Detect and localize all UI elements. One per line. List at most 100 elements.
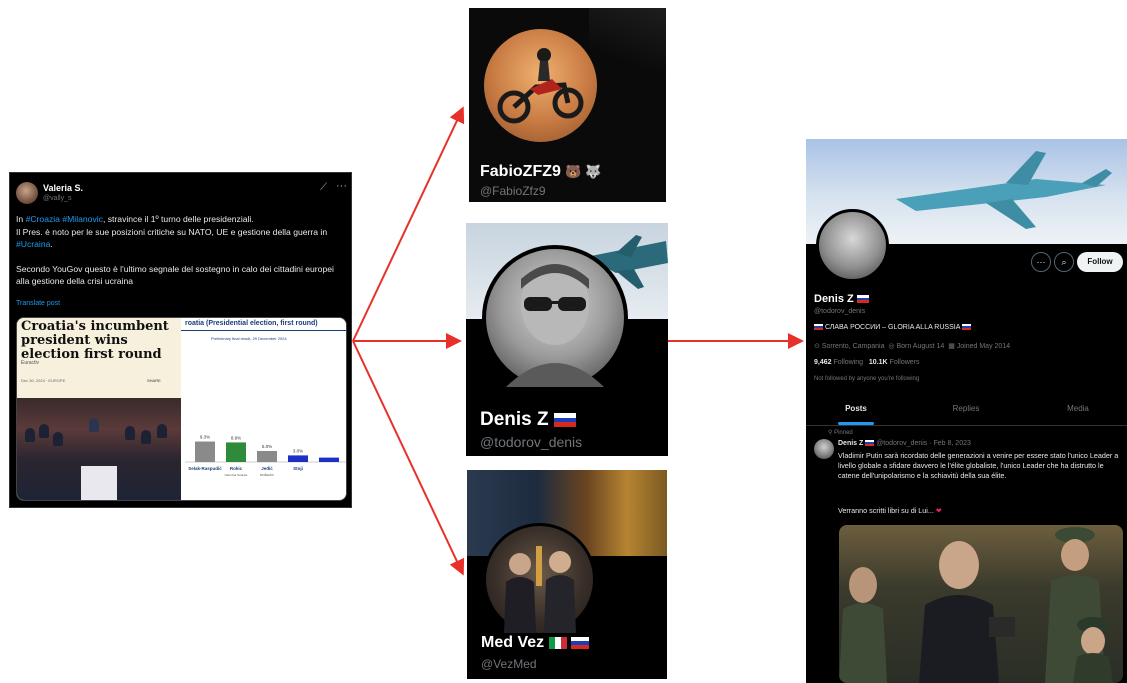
grok-icon[interactable]: ⟋ xyxy=(320,182,327,193)
bio: СЛАВА РОССИИ – GLORIA ALLA RUSSIA xyxy=(814,324,971,331)
post-text: Vladimir Putin sarà ricordato delle gene… xyxy=(838,451,1119,480)
pinned-label: ⚲ Pinned xyxy=(828,429,853,436)
news-preview: Croatia's incumbent president wins elect… xyxy=(17,318,181,500)
tweet-text-part: In xyxy=(16,214,26,224)
news-author: Euractiv xyxy=(21,360,40,366)
translate-link[interactable]: Translate post xyxy=(16,300,60,307)
more-icon[interactable]: ⋯ xyxy=(1031,252,1051,272)
tweet-author-handle[interactable]: @vally_s xyxy=(43,195,72,202)
chart-title-rule xyxy=(181,330,346,331)
chart-category-sublabel: Narodna Stranka xyxy=(225,473,248,477)
following-count[interactable]: 9,462 xyxy=(814,359,832,366)
post-text-2: Verranno scritti libri su di Lui... ❤ xyxy=(838,506,942,515)
chart-category-label: Selak-Raspudić xyxy=(188,466,222,471)
followers-count[interactable]: 10.1K xyxy=(869,359,888,366)
profile-picture[interactable] xyxy=(484,29,597,142)
tweet-text-part: . xyxy=(50,239,53,249)
pin-icon: ⚲ xyxy=(828,430,833,436)
emoji-badges: 🐻 🐺 xyxy=(565,164,602,179)
post-header[interactable]: Denis Z @todorov_denis · Feb 8, 2023 xyxy=(838,440,971,447)
link-card[interactable]: Croatia's incumbent president wins elect… xyxy=(16,317,347,501)
tweet-text: In #Croazia #Milanovic, stravince il 1º … xyxy=(16,213,346,288)
mutual-followers-note: Not followed by anyone you're following xyxy=(814,376,920,382)
tweet-author-name[interactable]: Valeria S. xyxy=(43,183,83,193)
russia-flag-icon xyxy=(553,412,576,427)
tweet-text-part: Il Pres. è noto per le sue posizioni cri… xyxy=(16,226,328,237)
profile-picture[interactable] xyxy=(483,523,596,636)
tab-posts[interactable]: Posts xyxy=(806,404,906,413)
display-name-text: Med Vez xyxy=(481,634,545,651)
bio-text: СЛАВА РОССИИ – GLORIA ALLA RUSSIA xyxy=(824,324,960,331)
chart-value-label: 5.0% xyxy=(262,444,272,449)
arrow-to-fabio xyxy=(352,106,465,342)
arrow-to-medvez xyxy=(352,340,465,576)
tab-media[interactable]: Media xyxy=(1028,404,1127,413)
news-share: SHARE xyxy=(147,378,161,383)
chart-value-label: 9.3% xyxy=(200,435,210,440)
chart-category-sublabel: MOŽEMO! xyxy=(260,472,274,477)
two-men-meeting-image xyxy=(504,546,576,633)
joined-date: Joined May 2014 xyxy=(956,343,1011,350)
username[interactable]: @FabioZfz9 xyxy=(480,184,546,198)
chart-title: roatia (Presidential election, first rou… xyxy=(185,320,318,327)
podium xyxy=(81,466,117,500)
chart-category-label: Rokic xyxy=(230,466,243,471)
russia-flag-icon xyxy=(961,324,971,331)
chart-bar xyxy=(195,441,215,462)
display-name: Denis Z xyxy=(814,293,869,305)
display-name-text: FabioZFZ9 xyxy=(480,163,561,180)
tweet-text-part: , stravince il 1º turno delle presidenzi… xyxy=(102,214,254,224)
hashtag-link[interactable]: #Milanovic xyxy=(62,214,103,224)
hashtag-link[interactable]: #Croazia xyxy=(26,214,60,224)
election-chart-panel: roatia (Presidential election, first rou… xyxy=(181,318,346,500)
avatar[interactable] xyxy=(16,182,38,204)
profile-card-medvez[interactable]: Med Vez @VezMed xyxy=(467,470,667,679)
birthday-icon: ◎ xyxy=(888,343,895,350)
profile-card-fabio[interactable]: FabioZFZ9 🐻 🐺 @FabioZfz9 xyxy=(469,8,666,202)
source-tweet[interactable]: Valeria S. @vally_s ⟋ ··· In #Croazia #M… xyxy=(9,172,352,508)
search-icon[interactable]: ⌕ xyxy=(1054,252,1074,272)
display-name: Denis Z xyxy=(480,409,576,431)
pinned-text: Pinned xyxy=(834,430,853,436)
following-label[interactable]: Following xyxy=(833,359,863,366)
username: @todorov_denis xyxy=(814,308,866,315)
display-name: FabioZFZ9 🐻 🐺 xyxy=(480,163,601,181)
chart-value-label: 3.0% xyxy=(293,448,303,453)
tab-replies[interactable]: Replies xyxy=(916,404,1016,413)
calendar-icon: ▦ xyxy=(948,343,955,350)
display-name: Med Vez xyxy=(481,634,590,652)
russia-flag-icon xyxy=(856,295,869,304)
post-author-name[interactable]: Denis Z xyxy=(838,440,863,447)
heart-icon: ❤ xyxy=(935,506,942,515)
russia-flag-icon xyxy=(814,324,823,331)
username[interactable]: @VezMed xyxy=(481,657,537,671)
profile-picture[interactable] xyxy=(816,209,889,282)
follow-button[interactable]: Follow xyxy=(1077,252,1123,272)
display-name-text: Denis Z xyxy=(480,409,549,430)
birthday: Born August 14 xyxy=(896,343,945,350)
profile-page-denis[interactable]: ⋯ ⌕ Follow Denis Z @todorov_denis СЛАВА … xyxy=(806,139,1127,683)
election-bar-chart: 9.3% Selak-Raspudić 8.9% Rokic Narodna Stran… xyxy=(185,435,346,477)
display-name-text: Denis Z xyxy=(814,293,854,305)
hashtag-link[interactable]: #Ucraina xyxy=(16,239,50,249)
post-meta[interactable]: @todorov_denis · Feb 8, 2023 xyxy=(876,440,971,447)
profile-picture[interactable] xyxy=(482,245,628,391)
follow-counts[interactable]: 9,462 Following 10.1K Followers xyxy=(814,359,920,366)
followers-label[interactable]: Followers xyxy=(890,359,920,366)
chart-bar xyxy=(288,455,308,462)
location: Sorrento, Campania xyxy=(821,343,885,350)
post-avatar[interactable] xyxy=(814,439,834,459)
more-icon[interactable]: ··· xyxy=(336,180,347,192)
chart-bar xyxy=(319,457,339,462)
news-date: Dec 30, 2024 · EUROPE xyxy=(21,378,66,383)
man-sunglasses-image xyxy=(506,264,604,387)
profile-card-denis[interactable]: Denis Z @todorov_denis xyxy=(466,223,668,456)
russia-flag-icon xyxy=(571,636,590,649)
username[interactable]: @todorov_denis xyxy=(480,434,582,450)
chart-value-label: 8.9% xyxy=(231,435,241,440)
chart-bar xyxy=(226,442,246,462)
chart-category-label: Jeđić xyxy=(261,466,273,471)
post-image[interactable] xyxy=(839,525,1123,683)
motorcycle-rider-image xyxy=(497,48,584,124)
russia-flag-icon xyxy=(865,440,875,447)
